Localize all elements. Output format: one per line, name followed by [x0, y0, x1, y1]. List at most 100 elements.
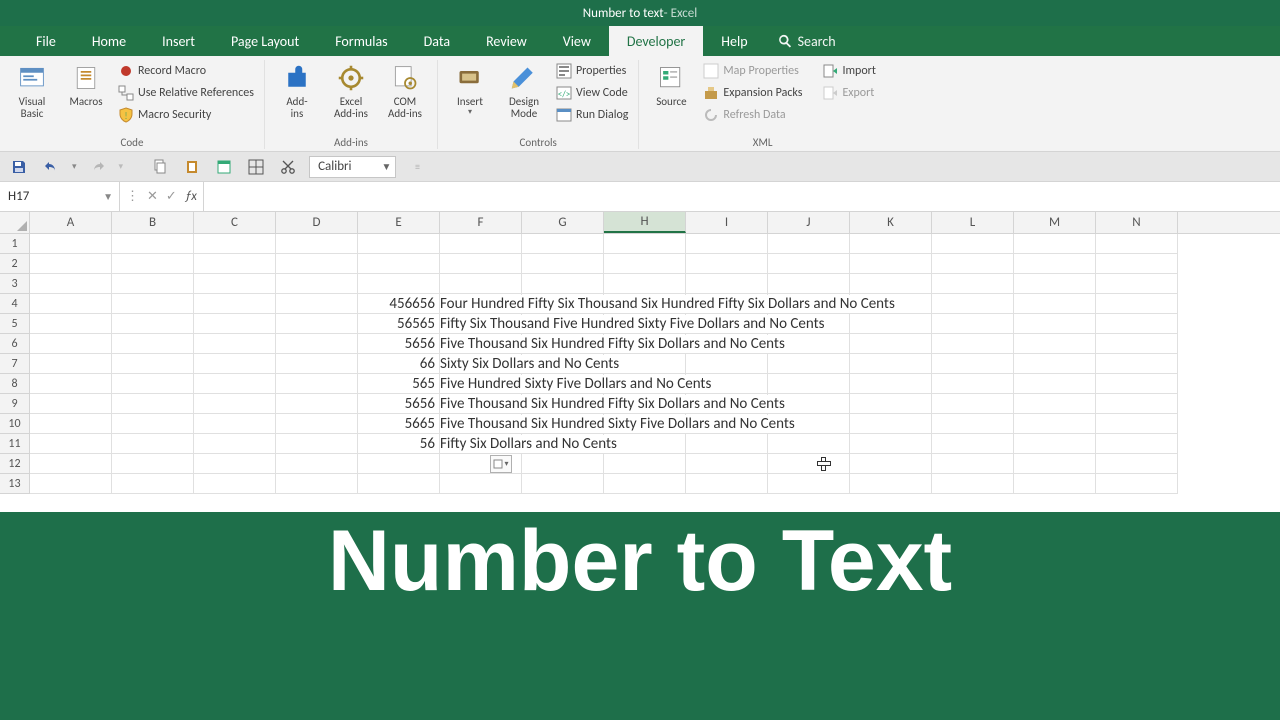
cell-A6[interactable] [30, 334, 112, 354]
tab-insert[interactable]: Insert [144, 26, 213, 56]
undo-button[interactable] [40, 156, 62, 178]
column-header-I[interactable]: I [686, 212, 768, 233]
cell-C7[interactable] [194, 354, 276, 374]
cell-G13[interactable] [522, 474, 604, 494]
cell-D1[interactable] [276, 234, 358, 254]
cell-M8[interactable] [1014, 374, 1096, 394]
cell-A1[interactable] [30, 234, 112, 254]
cell-J8[interactable] [768, 374, 850, 394]
row-header-9[interactable]: 9 [0, 394, 30, 414]
row-header-4[interactable]: 4 [0, 294, 30, 314]
cell-K13[interactable] [850, 474, 932, 494]
enter-formula-button[interactable]: ✓ [166, 189, 177, 204]
cell-C4[interactable] [194, 294, 276, 314]
cell-F7[interactable]: Sixty Six Dollars and No Cents [440, 354, 522, 374]
cell-L6[interactable] [932, 334, 1014, 354]
cell-H13[interactable] [604, 474, 686, 494]
cell-J12[interactable] [768, 454, 850, 474]
cell-M5[interactable] [1014, 314, 1096, 334]
cell-L1[interactable] [932, 234, 1014, 254]
cell-E11[interactable]: 56 [358, 434, 440, 454]
expansion-packs-button[interactable]: Expansion Packs [701, 82, 804, 104]
cell-N5[interactable] [1096, 314, 1178, 334]
cell-G12[interactable] [522, 454, 604, 474]
import-button[interactable]: Import [820, 60, 877, 82]
column-header-D[interactable]: D [276, 212, 358, 233]
cell-E8[interactable]: 565 [358, 374, 440, 394]
cell-K8[interactable] [850, 374, 932, 394]
tell-me-search[interactable]: Search [766, 26, 836, 56]
cell-L9[interactable] [932, 394, 1014, 414]
tab-home[interactable]: Home [74, 26, 144, 56]
cell-E10[interactable]: 5665 [358, 414, 440, 434]
cell-K10[interactable] [850, 414, 932, 434]
insert-control-button[interactable]: Insert ▾ [446, 60, 494, 126]
cell-H1[interactable] [604, 234, 686, 254]
cell-N11[interactable] [1096, 434, 1178, 454]
cell-A10[interactable] [30, 414, 112, 434]
column-header-H[interactable]: H [604, 212, 686, 233]
cell-L7[interactable] [932, 354, 1014, 374]
cell-I13[interactable] [686, 474, 768, 494]
cell-M6[interactable] [1014, 334, 1096, 354]
com-addins-button[interactable]: COM Add-ins [381, 60, 429, 122]
cell-K12[interactable] [850, 454, 932, 474]
column-header-M[interactable]: M [1014, 212, 1096, 233]
cell-D11[interactable] [276, 434, 358, 454]
cell-D10[interactable] [276, 414, 358, 434]
tab-page-layout[interactable]: Page Layout [213, 26, 317, 56]
cell-N1[interactable] [1096, 234, 1178, 254]
row-header-2[interactable]: 2 [0, 254, 30, 274]
column-header-J[interactable]: J [768, 212, 850, 233]
cell-D5[interactable] [276, 314, 358, 334]
cell-J2[interactable] [768, 254, 850, 274]
cell-D6[interactable] [276, 334, 358, 354]
cell-N12[interactable] [1096, 454, 1178, 474]
cell-A12[interactable] [30, 454, 112, 474]
cell-E7[interactable]: 66 [358, 354, 440, 374]
row-header-10[interactable]: 10 [0, 414, 30, 434]
excel-addins-button[interactable]: Excel Add-ins [327, 60, 375, 122]
column-header-E[interactable]: E [358, 212, 440, 233]
cell-D2[interactable] [276, 254, 358, 274]
cell-H2[interactable] [604, 254, 686, 274]
cell-H3[interactable] [604, 274, 686, 294]
cell-K5[interactable] [850, 314, 932, 334]
cell-L10[interactable] [932, 414, 1014, 434]
cell-E12[interactable] [358, 454, 440, 474]
design-mode-button[interactable]: Design Mode [500, 60, 548, 126]
addins-button[interactable]: Add- ins [273, 60, 321, 122]
row-header-7[interactable]: 7 [0, 354, 30, 374]
column-header-K[interactable]: K [850, 212, 932, 233]
cell-M9[interactable] [1014, 394, 1096, 414]
cell-I3[interactable] [686, 274, 768, 294]
row-header-3[interactable]: 3 [0, 274, 30, 294]
cell-N6[interactable] [1096, 334, 1178, 354]
cell-K6[interactable] [850, 334, 932, 354]
row-header-6[interactable]: 6 [0, 334, 30, 354]
cell-M4[interactable] [1014, 294, 1096, 314]
cell-M10[interactable] [1014, 414, 1096, 434]
cell-C10[interactable] [194, 414, 276, 434]
cell-G2[interactable] [522, 254, 604, 274]
macro-security-button[interactable]: ! Macro Security [116, 104, 256, 126]
cell-E5[interactable]: 56565 [358, 314, 440, 334]
run-dialog-button[interactable]: Run Dialog [554, 104, 630, 126]
cell-L11[interactable] [932, 434, 1014, 454]
cell-E4[interactable]: 456656 [358, 294, 440, 314]
cell-M3[interactable] [1014, 274, 1096, 294]
cell-N8[interactable] [1096, 374, 1178, 394]
name-box[interactable]: H17 ▼ [0, 182, 120, 211]
cell-A9[interactable] [30, 394, 112, 414]
tab-formulas[interactable]: Formulas [317, 26, 405, 56]
column-header-L[interactable]: L [932, 212, 1014, 233]
tab-file[interactable]: File [18, 26, 74, 56]
column-header-B[interactable]: B [112, 212, 194, 233]
column-header-N[interactable]: N [1096, 212, 1178, 233]
tab-developer[interactable]: Developer [609, 26, 703, 56]
cell-B7[interactable] [112, 354, 194, 374]
cell-A4[interactable] [30, 294, 112, 314]
cell-F2[interactable] [440, 254, 522, 274]
cell-C3[interactable] [194, 274, 276, 294]
macros-button[interactable]: Macros [62, 60, 110, 126]
